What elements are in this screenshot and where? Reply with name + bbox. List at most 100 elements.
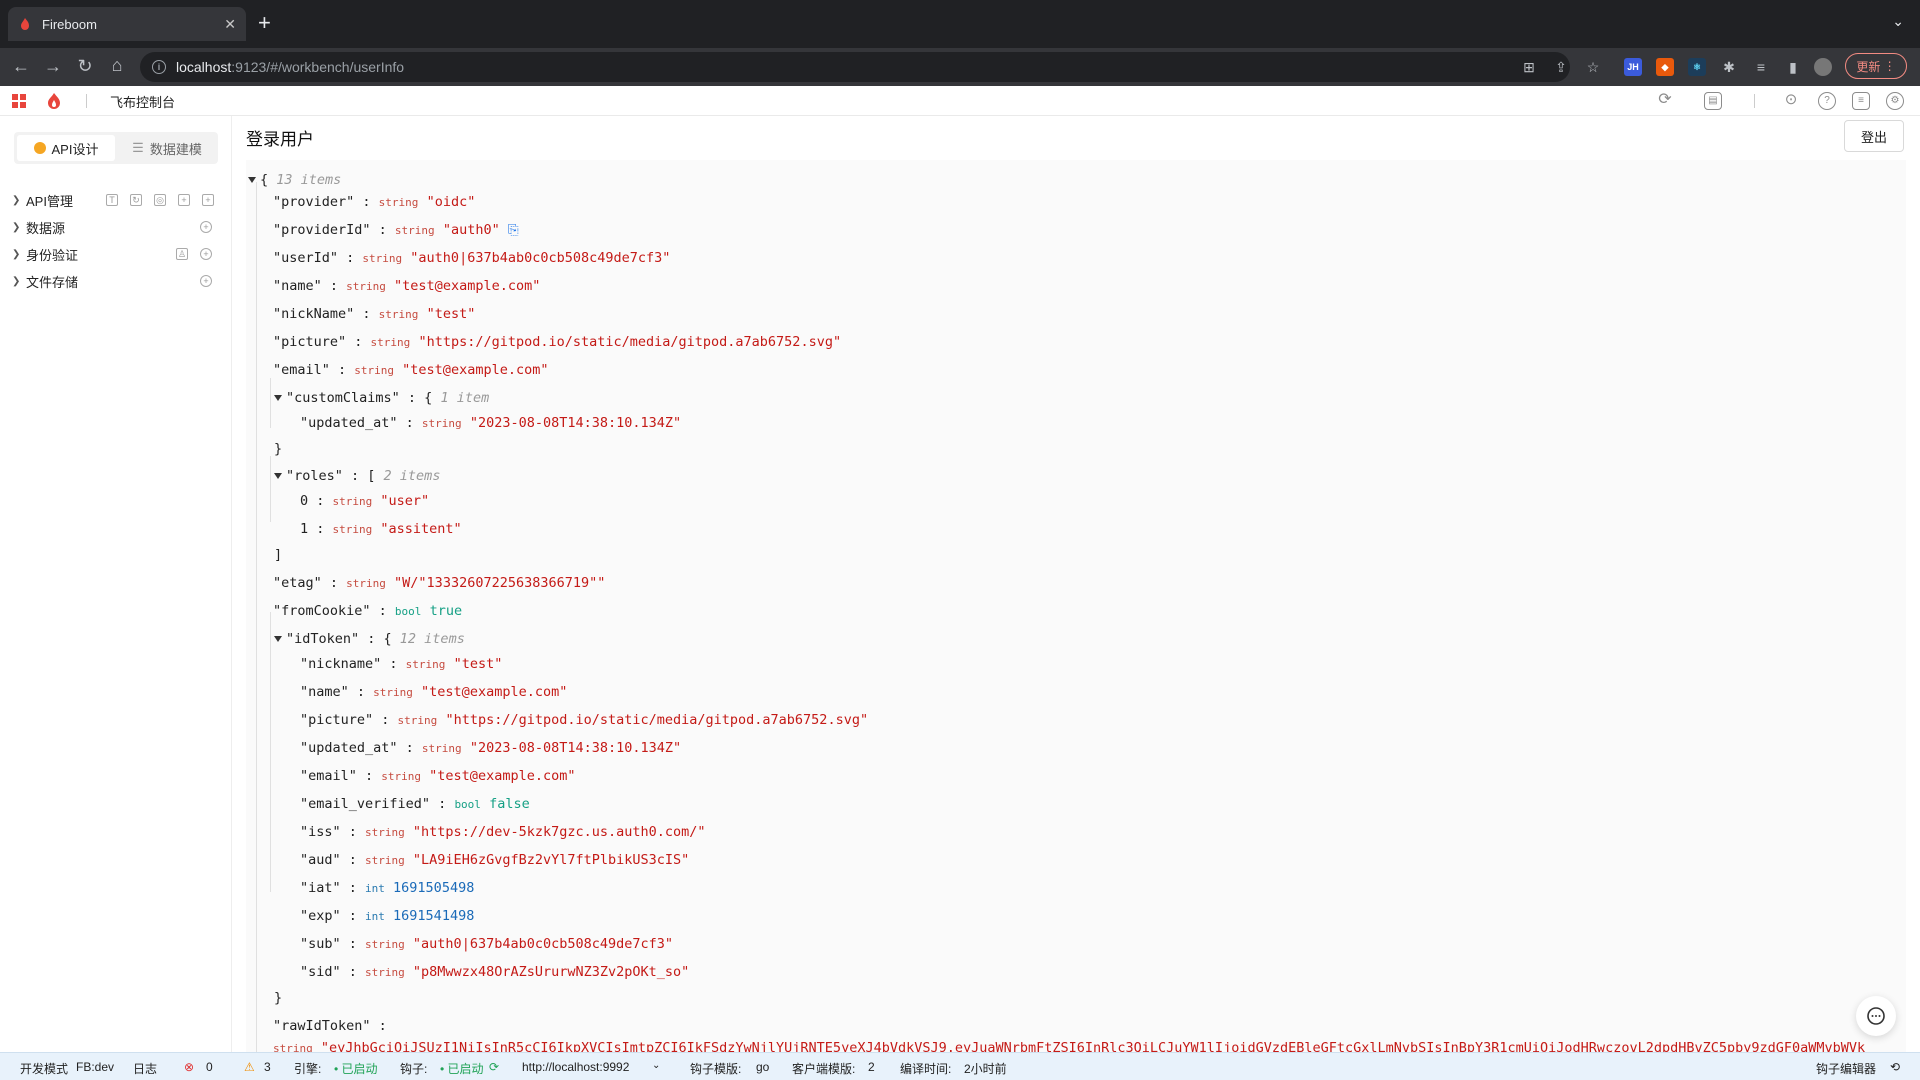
status-warning-count[interactable]: 3	[264, 1060, 271, 1074]
hook-editor-icon[interactable]: ⟲	[1890, 1060, 1900, 1074]
chat-button[interactable]	[1856, 996, 1896, 1036]
hook-refresh-icon[interactable]: ⟳	[489, 1060, 499, 1074]
copy-icon[interactable]: ⎘	[508, 222, 519, 238]
refresh-icon[interactable]: ⟳	[1656, 92, 1674, 110]
collapse-triangle-icon[interactable]	[274, 395, 282, 401]
new-tab-icon[interactable]: +	[258, 9, 271, 37]
app-grid-icon[interactable]	[12, 94, 26, 108]
sidebar-item-datasource[interactable]: ❯ 数据源	[12, 217, 65, 237]
reload-icon[interactable]: ↻	[70, 56, 100, 77]
json-row: "picture" : string "https://gitpod.io/st…	[300, 712, 869, 728]
status-engine-label: 引擎:	[294, 1062, 322, 1076]
bookmark-star-icon[interactable]: ☆	[1584, 58, 1602, 76]
sidebar-item-storage[interactable]: ❯ 文件存储	[12, 271, 78, 291]
reading-list-icon[interactable]: ≡	[1752, 58, 1770, 76]
indent-guide	[256, 182, 257, 1052]
status-hook-template-label: 钩子模版:	[690, 1062, 742, 1076]
user-icon[interactable]: ♙	[176, 248, 188, 260]
tab-data-model[interactable]: ☰ 数据建模	[118, 135, 216, 161]
add-storage-icon[interactable]: +	[200, 275, 212, 287]
json-row: "email" : string "test@example.com"	[300, 768, 576, 784]
status-hook-template[interactable]: go	[756, 1060, 769, 1074]
home-icon[interactable]: ⌂	[102, 55, 132, 76]
sidebar-item-auth[interactable]: ❯ 身份验证	[12, 244, 78, 264]
json-node-idtoken[interactable]: "idToken" : { 12 items	[274, 629, 465, 649]
url-path: :9123/#/workbench/userInfo	[231, 59, 405, 75]
json-row: 0 : string "user"	[300, 493, 430, 509]
translate-icon[interactable]: ⊞	[1520, 58, 1538, 76]
settings-gear-icon[interactable]: ⚙	[1886, 92, 1904, 110]
collapse-triangle-icon[interactable]	[248, 177, 256, 183]
json-row-rawidtoken: string "eyJhbGciOiJSUzI1NiIsInR5cCI6IkpX…	[273, 1040, 1866, 1052]
github-icon[interactable]: ⊙	[1782, 92, 1800, 110]
status-log-button[interactable]: 日志	[133, 1060, 157, 1077]
forward-icon[interactable]: →	[38, 56, 68, 77]
status-client-template-label: 客户端模版:	[792, 1062, 856, 1076]
extension-fox-icon[interactable]: ◆	[1656, 58, 1674, 76]
status-error-count[interactable]: 0	[206, 1060, 213, 1074]
json-row: "nickName" : string "test"	[273, 306, 476, 322]
status-hook-url[interactable]: http://localhost:9992	[522, 1060, 629, 1074]
view-icon[interactable]: ◎	[154, 194, 166, 206]
refresh-small-icon[interactable]: ↻	[130, 194, 142, 206]
back-icon[interactable]: ←	[6, 56, 36, 77]
status-client-template[interactable]: 2	[868, 1060, 875, 1074]
browser-tab-bar: Fireboom ✕ + ⌄	[0, 0, 1920, 48]
add-api-icon[interactable]: +	[202, 194, 214, 206]
chevron-right-icon: ❯	[12, 275, 21, 287]
logout-button[interactable]: 登出	[1844, 120, 1904, 152]
status-hook-label: 钩子:	[400, 1062, 428, 1076]
tab-api-design[interactable]: API设计	[17, 135, 115, 161]
json-root[interactable]: { 13 items	[248, 170, 341, 190]
update-button[interactable]: 更新 ⋮	[1845, 53, 1907, 79]
preview-icon[interactable]: ▤	[1704, 92, 1722, 110]
collapse-triangle-icon[interactable]	[274, 636, 282, 642]
json-row: "aud" : string "LA9iEH6zGvgfBz2vYl7ftPlb…	[300, 852, 690, 868]
json-row: "iat" : int 1691505498	[300, 880, 475, 896]
json-row: 1 : string "assitent"	[300, 521, 462, 537]
json-row: "provider" : string "oidc"	[273, 194, 476, 210]
profile-avatar[interactable]	[1814, 58, 1832, 76]
extension-jh-icon[interactable]: JH	[1624, 58, 1642, 76]
json-node-customclaims[interactable]: "customClaims" : { 1 item	[274, 388, 489, 408]
extensions-puzzle-icon[interactable]: ✱	[1720, 58, 1738, 76]
indent-guide	[270, 612, 271, 892]
tab-data-model-label: 数据建模	[149, 141, 202, 157]
status-hook-editor[interactable]: 钩子编辑器	[1816, 1060, 1876, 1077]
side-panel-icon[interactable]: ▮	[1784, 58, 1802, 76]
site-info-icon[interactable]: i	[152, 60, 166, 74]
hook-url-chevron-icon[interactable]: ⌄	[652, 1060, 660, 1071]
status-fb-env[interactable]: FB:dev	[76, 1060, 114, 1074]
sidebar-item-api-management[interactable]: ❯ API管理	[12, 190, 73, 210]
status-compile-time: 2小时前	[964, 1062, 1007, 1076]
chevron-right-icon: ❯	[12, 221, 21, 233]
address-bar[interactable]: i localhost:9123/#/workbench/userInfo	[140, 52, 1570, 82]
url-host: localhost	[176, 59, 232, 75]
sidebar: API设计 ☰ 数据建模 ❯ API管理 T ↻ ◎ + + ❯ 数据源 + ❯ 身份验…	[0, 116, 232, 1052]
add-auth-icon[interactable]: +	[200, 248, 212, 260]
filter-icon[interactable]: T	[106, 194, 118, 206]
sidebar-item-label: 文件存储	[26, 274, 79, 290]
sidebar-item-label: API管理	[26, 193, 73, 209]
extension-react-icon[interactable]: ⚛	[1688, 58, 1706, 76]
add-datasource-icon[interactable]: +	[200, 221, 212, 233]
json-row: "rawIdToken" :	[273, 1018, 387, 1034]
share-icon[interactable]: ⇪	[1552, 58, 1570, 76]
status-mode[interactable]: 开发模式	[20, 1060, 68, 1077]
browser-tab[interactable]: Fireboom ✕	[8, 7, 246, 41]
json-row: "updated_at" : string "2023-08-08T14:38:…	[300, 415, 682, 431]
json-row: "nickname" : string "test"	[300, 656, 503, 672]
tab-close-icon[interactable]: ✕	[224, 16, 236, 33]
collapse-triangle-icon[interactable]	[274, 473, 282, 479]
json-bracket: }	[274, 441, 283, 457]
json-row: "updated_at" : string "2023-08-08T14:38:…	[300, 740, 682, 756]
json-row: "email" : string "test@example.com"	[273, 362, 549, 378]
json-viewer: { 13 items "provider" : string "oidc" "p…	[246, 160, 1906, 1052]
feedback-icon[interactable]: ≡	[1852, 92, 1870, 110]
sidebar-tabs: API设计 ☰ 数据建模	[14, 132, 218, 164]
tab-search-chevron-icon[interactable]: ⌄	[1892, 13, 1904, 30]
help-icon[interactable]: ?	[1818, 92, 1836, 110]
add-folder-icon[interactable]: +	[178, 194, 190, 206]
browser-tab-title: Fireboom	[42, 16, 97, 32]
json-node-roles[interactable]: "roles" : [ 2 items	[274, 466, 440, 486]
